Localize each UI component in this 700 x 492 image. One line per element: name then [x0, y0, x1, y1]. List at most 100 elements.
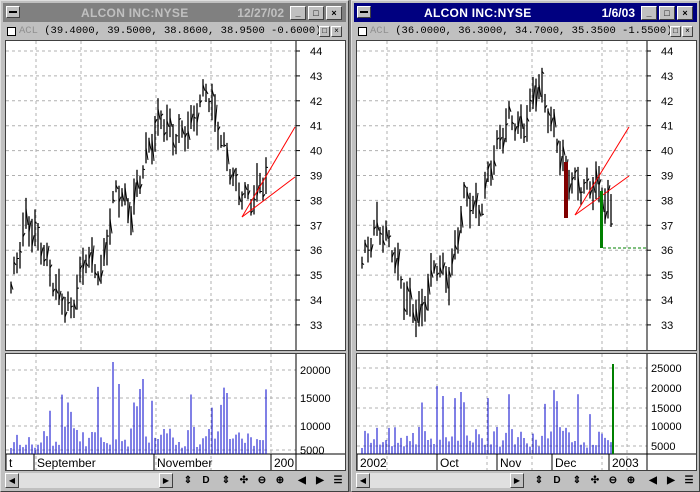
price-tick-label: 33 — [661, 320, 673, 332]
tool-d-button[interactable]: D — [550, 474, 564, 488]
zoom-in-icon[interactable]: ⊕ — [273, 474, 287, 488]
price-tick-label: 34 — [661, 295, 673, 307]
highlight-marker — [564, 162, 568, 218]
updown-icon[interactable]: ⇕ — [570, 474, 584, 488]
trend-channel-line — [241, 126, 296, 218]
price-tick-label: 38 — [661, 195, 673, 207]
price-tick-label: 34 — [310, 295, 322, 307]
time-tick-label: September — [37, 456, 96, 470]
volume-tick-label: 15000 — [300, 393, 331, 405]
volume-tick-label: 20000 — [651, 383, 682, 395]
price-tick-label: 43 — [661, 71, 673, 83]
system-menu-icon[interactable] — [6, 6, 20, 18]
price-tick-label: 39 — [310, 171, 322, 183]
price-tick-label: 35 — [661, 270, 673, 282]
arrow-right-icon[interactable]: ▶ — [664, 474, 678, 488]
volume-tick-label: 10000 — [300, 421, 331, 433]
quote-bar: ACL (36.0000, 36.3000, 34.7000, 35.3500 … — [356, 25, 695, 39]
minimize-icon[interactable]: _ — [641, 6, 657, 20]
price-tick-label: 41 — [661, 121, 673, 133]
price-tick-label: 36 — [310, 245, 322, 257]
chart-icon — [7, 27, 16, 36]
window-title: ALCON INC:NYSE — [81, 6, 189, 20]
close-icon[interactable]: × — [677, 6, 693, 20]
time-tick-label: Oct — [440, 456, 459, 470]
quote-values: (39.4000, 39.5000, 38.8600, 38.9500 -0.6… — [44, 25, 322, 37]
zoom-out-icon[interactable]: ⊖ — [606, 474, 620, 488]
volume-pane[interactable]: 25000 20000 15000 10000 5000 2002 Oct Nov Dec 200… — [356, 353, 697, 471]
price-pane[interactable]: 44 43 42 41 40 39 38 37 36 35 34 33 — [5, 40, 346, 351]
maximize-icon[interactable]: □ — [308, 6, 324, 20]
volume-chart: 25000 20000 15000 10000 5000 2002 Oct Nov Dec 200… — [356, 354, 696, 470]
price-tick-label: 44 — [661, 46, 673, 58]
quote-symbol: ACL — [19, 25, 38, 37]
arrow-right-icon[interactable]: ▶ — [313, 474, 327, 488]
close-icon[interactable]: × — [326, 6, 342, 20]
window-list-icon[interactable]: ☰ — [682, 474, 696, 488]
volume-tick-label: 20000 — [300, 365, 331, 377]
close-pane-icon[interactable]: × — [331, 26, 342, 37]
price-tick-label: 38 — [310, 195, 322, 207]
price-tick-label: 40 — [310, 146, 322, 158]
scroll-track[interactable] — [370, 473, 510, 488]
crosshair-icon[interactable]: ✣ — [588, 474, 602, 488]
arrow-left-icon[interactable]: ◀ — [295, 474, 309, 488]
crosshair-icon[interactable]: ✣ — [237, 474, 251, 488]
volume-chart: 20000 15000 10000 5000 t September November 200 — [5, 354, 345, 470]
time-tick-label: 2002 — [360, 456, 387, 470]
price-chart: 44 43 42 41 40 39 38 37 36 35 34 33 — [357, 41, 673, 350]
price-tick-label: 36 — [661, 245, 673, 257]
scale-icon[interactable]: ⇕ — [532, 474, 546, 488]
minimize-icon[interactable]: _ — [290, 6, 306, 20]
volume-tick-label: 5000 — [651, 441, 675, 453]
price-bar-tick — [220, 144, 224, 147]
scroll-track[interactable] — [19, 473, 159, 488]
price-chart: 44 43 42 41 40 39 38 37 36 35 34 33 — [6, 41, 322, 350]
price-tick-label: 42 — [310, 96, 322, 108]
price-tick-label: 44 — [310, 46, 322, 58]
time-tick-label: 2003 — [612, 456, 639, 470]
chart-window-right[interactable]: ALCON INC:NYSE 1/6/03 _ □ × ACL (36.0000… — [351, 0, 700, 492]
price-bar-tick — [208, 100, 212, 103]
volume-tick-label: 10000 — [651, 421, 682, 433]
restore-pane-icon[interactable]: □ — [319, 26, 330, 37]
arrow-right-icon[interactable]: ▶ — [510, 473, 524, 488]
price-tick-label: 40 — [661, 146, 673, 158]
volume-pane[interactable]: 20000 15000 10000 5000 t September November 200 — [5, 353, 346, 471]
time-tick-label: t — [9, 456, 13, 470]
price-tick-label: 39 — [661, 171, 673, 183]
price-tick-label: 42 — [661, 96, 673, 108]
time-tick-label: November — [157, 456, 212, 470]
chart-window-left[interactable]: ALCON INC:NYSE 12/27/02 _ □ × ACL (39.40… — [0, 0, 349, 492]
scroll-toolbar: ◀ ▶ ⇕ D ⇕ ✣ ⊖ ⊕ ◀ ▶ ☰ — [5, 473, 344, 489]
quote-values: (36.0000, 36.3000, 34.7000, 35.3500 -1.5… — [395, 25, 673, 37]
arrow-left-icon[interactable]: ◀ — [5, 473, 19, 488]
arrow-left-icon[interactable]: ◀ — [646, 474, 660, 488]
highlight-marker — [600, 191, 603, 248]
arrow-right-icon[interactable]: ▶ — [159, 473, 173, 488]
volume-tick-label: 5000 — [300, 445, 324, 457]
maximize-icon[interactable]: □ — [659, 6, 675, 20]
window-list-icon[interactable]: ☰ — [331, 474, 345, 488]
volume-tick-label: 25000 — [651, 363, 682, 375]
close-pane-icon[interactable]: × — [682, 26, 693, 37]
window-date: 12/27/02 — [237, 6, 284, 20]
zoom-out-icon[interactable]: ⊖ — [255, 474, 269, 488]
tool-d-button[interactable]: D — [199, 474, 213, 488]
price-tick-label: 33 — [310, 320, 322, 332]
restore-pane-icon[interactable]: □ — [670, 26, 681, 37]
time-tick-label: Nov — [500, 456, 521, 470]
arrow-left-icon[interactable]: ◀ — [356, 473, 370, 488]
zoom-in-icon[interactable]: ⊕ — [624, 474, 638, 488]
time-tick-label: Dec — [555, 456, 576, 470]
system-menu-icon[interactable] — [357, 6, 371, 18]
updown-icon[interactable]: ⇕ — [219, 474, 233, 488]
title-bar[interactable]: ALCON INC:NYSE 1/6/03 _ □ × — [354, 3, 697, 22]
volume-tick-label: 15000 — [651, 403, 682, 415]
scale-icon[interactable]: ⇕ — [181, 474, 195, 488]
trend-channel-line — [241, 176, 296, 218]
title-bar[interactable]: ALCON INC:NYSE 12/27/02 _ □ × — [3, 3, 346, 22]
price-tick-label: 37 — [310, 220, 322, 232]
price-tick-label: 43 — [310, 71, 322, 83]
price-pane[interactable]: 44 43 42 41 40 39 38 37 36 35 34 33 — [356, 40, 697, 351]
